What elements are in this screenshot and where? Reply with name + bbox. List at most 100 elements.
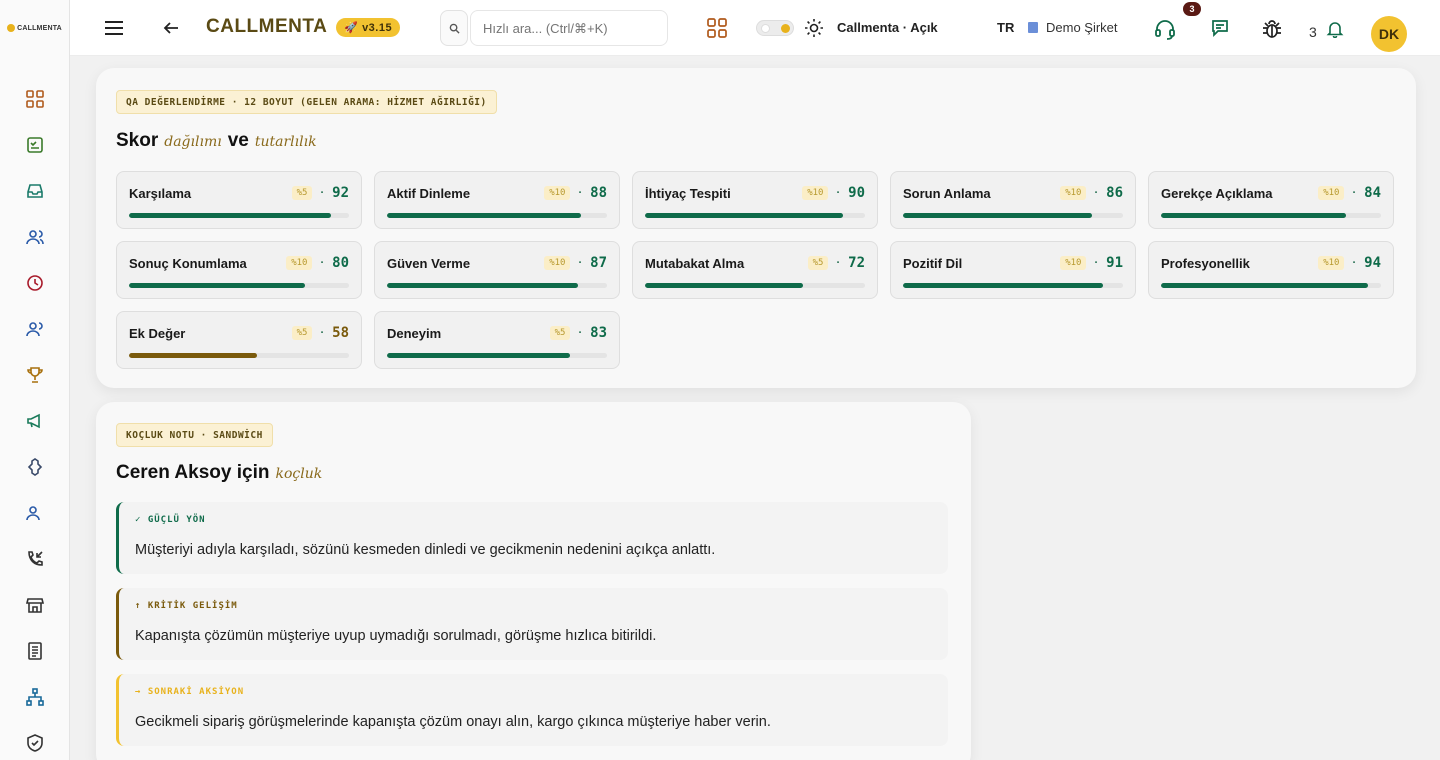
metric-name: Sonuç Konumlama xyxy=(129,256,247,271)
sidebar-item-dashboard[interactable] xyxy=(0,76,70,122)
rocket-icon: 🚀 xyxy=(344,21,363,34)
sidebar-item-security[interactable] xyxy=(0,720,70,760)
note-text: Müşteriyi adıyla karşıladı, sözünü kesme… xyxy=(135,542,716,558)
support-button[interactable] xyxy=(1154,18,1176,40)
toggle-knob-on xyxy=(781,24,790,33)
puzzle-icon xyxy=(27,458,43,476)
metric-tile[interactable]: Ek Değer %5 · 58 xyxy=(116,311,362,369)
metric-tile[interactable]: Sonuç Konumlama %10 · 80 xyxy=(116,241,362,299)
menu-button[interactable] xyxy=(104,19,124,37)
metric-bar-fill xyxy=(903,283,1104,288)
sidebar-item-history[interactable] xyxy=(0,260,70,306)
metric-bar-fill xyxy=(387,213,581,218)
sidebar-item-calls[interactable] xyxy=(0,536,70,582)
brand[interactable]: CALLMENTA 🚀 v3.15 xyxy=(206,16,401,38)
metric-tile[interactable]: Mutabakat Alma %5 · 72 xyxy=(632,241,878,299)
note-label: ↑ KRİTİK GELİŞİM xyxy=(135,601,238,611)
theme-label[interactable]: Callmenta · Açık xyxy=(837,20,938,35)
metric-score: 92 xyxy=(332,185,349,201)
metric-name: Aktif Dinleme xyxy=(387,186,471,201)
theme-toggle[interactable] xyxy=(756,20,794,36)
metric-bar-fill xyxy=(645,213,843,218)
sidebar-item-campaigns[interactable] xyxy=(0,398,70,444)
sidebar-item-hierarchy[interactable] xyxy=(0,674,70,720)
megaphone-icon xyxy=(27,413,40,429)
metric-score: 83 xyxy=(590,325,607,341)
sidebar-nav xyxy=(0,76,70,760)
metric-bar-fill xyxy=(903,213,1093,218)
metric-tile[interactable]: İhtiyaç Tespiti %10 · 90 xyxy=(632,171,878,229)
search-input[interactable] xyxy=(470,10,668,46)
sidebar-item-store[interactable] xyxy=(0,582,70,628)
note-critical: ↑ KRİTİK GELİŞİM Kapanışta çözümün müşte… xyxy=(116,588,948,660)
metric-separator: · xyxy=(1352,187,1357,199)
metric-weight: %5 xyxy=(291,326,313,340)
metric-weight: %10 xyxy=(544,186,571,200)
chat-icon xyxy=(1212,20,1228,38)
avatar[interactable]: DK xyxy=(1371,16,1407,52)
metric-tile[interactable]: Gerekçe Açıklama %10 · 84 xyxy=(1148,171,1394,229)
checklist-icon xyxy=(27,137,43,153)
search-button[interactable] xyxy=(440,10,468,46)
metric-weight: %10 xyxy=(1318,256,1345,270)
clock-icon xyxy=(27,275,43,291)
metric-tile[interactable]: Deneyim %5 · 83 xyxy=(374,311,620,369)
sidebar-item-integrations[interactable] xyxy=(0,444,70,490)
metric-tile[interactable]: Karşılama %5 · 92 xyxy=(116,171,362,229)
topbar: CALLMENTA 🚀 v3.15 Callmenta · Açık TR De… xyxy=(70,0,1440,56)
hierarchy-icon xyxy=(26,688,44,706)
metric-meta: %10 · 88 xyxy=(544,185,607,201)
metric-name: Ek Değer xyxy=(129,326,186,341)
metric-score: 88 xyxy=(590,185,607,201)
metric-bar xyxy=(387,213,607,218)
metric-separator: · xyxy=(1094,187,1099,199)
notifications-button[interactable] xyxy=(1326,20,1344,38)
metric-bar xyxy=(387,353,607,358)
metric-score: 87 xyxy=(590,255,607,271)
qa-evaluation-card: QA DEĞERLENDİRME · 12 BOYUT (GELEN ARAMA… xyxy=(96,68,1416,388)
metric-bar-fill xyxy=(1161,213,1346,218)
bug-report-button[interactable] xyxy=(1261,18,1283,40)
support-badge: 3 xyxy=(1183,2,1201,16)
metric-score: 91 xyxy=(1106,255,1123,271)
metric-tile[interactable]: Sorun Anlama %10 · 86 xyxy=(890,171,1136,229)
sidebar-item-users[interactable] xyxy=(0,214,70,260)
sidebar-item-inbox[interactable] xyxy=(0,168,70,214)
sidebar-item-team[interactable] xyxy=(0,306,70,352)
apps-button[interactable] xyxy=(706,17,728,39)
metric-tile[interactable]: Aktif Dinleme %10 · 88 xyxy=(374,171,620,229)
company-selector[interactable]: Demo Şirket xyxy=(1028,20,1118,35)
sun-icon[interactable] xyxy=(804,18,824,38)
sidebar-item-leaderboard[interactable] xyxy=(0,352,70,398)
back-button[interactable] xyxy=(162,19,180,37)
metric-bar xyxy=(645,213,865,218)
metric-meta: %5 · 92 xyxy=(291,185,349,201)
metric-name: Gerekçe Açıklama xyxy=(1161,186,1273,201)
report-icon xyxy=(28,642,42,660)
metric-name: Mutabakat Alma xyxy=(645,256,745,271)
metric-score: 80 xyxy=(332,255,349,271)
metric-meta: %10 · 91 xyxy=(1060,255,1123,271)
metric-meta: %5 · 83 xyxy=(549,325,607,341)
metric-bar-fill xyxy=(387,353,570,358)
metric-tile[interactable]: Profesyonellik %10 · 94 xyxy=(1148,241,1394,299)
sidebar-item-agents[interactable] xyxy=(0,490,70,536)
sidebar-item-reports[interactable] xyxy=(0,628,70,674)
metric-separator: · xyxy=(1094,257,1099,269)
metric-bar xyxy=(387,283,607,288)
logo[interactable]: CALLMENTA xyxy=(0,0,69,56)
note-text: Gecikmeli sipariş görüşmelerinde kapanış… xyxy=(135,714,771,730)
company-name: Demo Şirket xyxy=(1046,20,1118,35)
coaching-card: KOÇLUK NOTU · SANDWİCH Ceren Aksoy için … xyxy=(96,402,971,760)
language-selector[interactable]: TR xyxy=(997,20,1014,35)
headset-icon xyxy=(1155,20,1175,40)
metric-score: 84 xyxy=(1364,185,1381,201)
metric-tile[interactable]: Güven Verme %10 · 87 xyxy=(374,241,620,299)
chat-button[interactable] xyxy=(1210,18,1230,38)
metric-meta: %10 · 80 xyxy=(286,255,349,271)
metric-weight: %10 xyxy=(544,256,571,270)
metric-tile[interactable]: Pozitif Dil %10 · 91 xyxy=(890,241,1136,299)
apps-grid-icon xyxy=(707,18,727,38)
sidebar-item-evaluations[interactable] xyxy=(0,122,70,168)
bug-icon xyxy=(1263,20,1281,38)
